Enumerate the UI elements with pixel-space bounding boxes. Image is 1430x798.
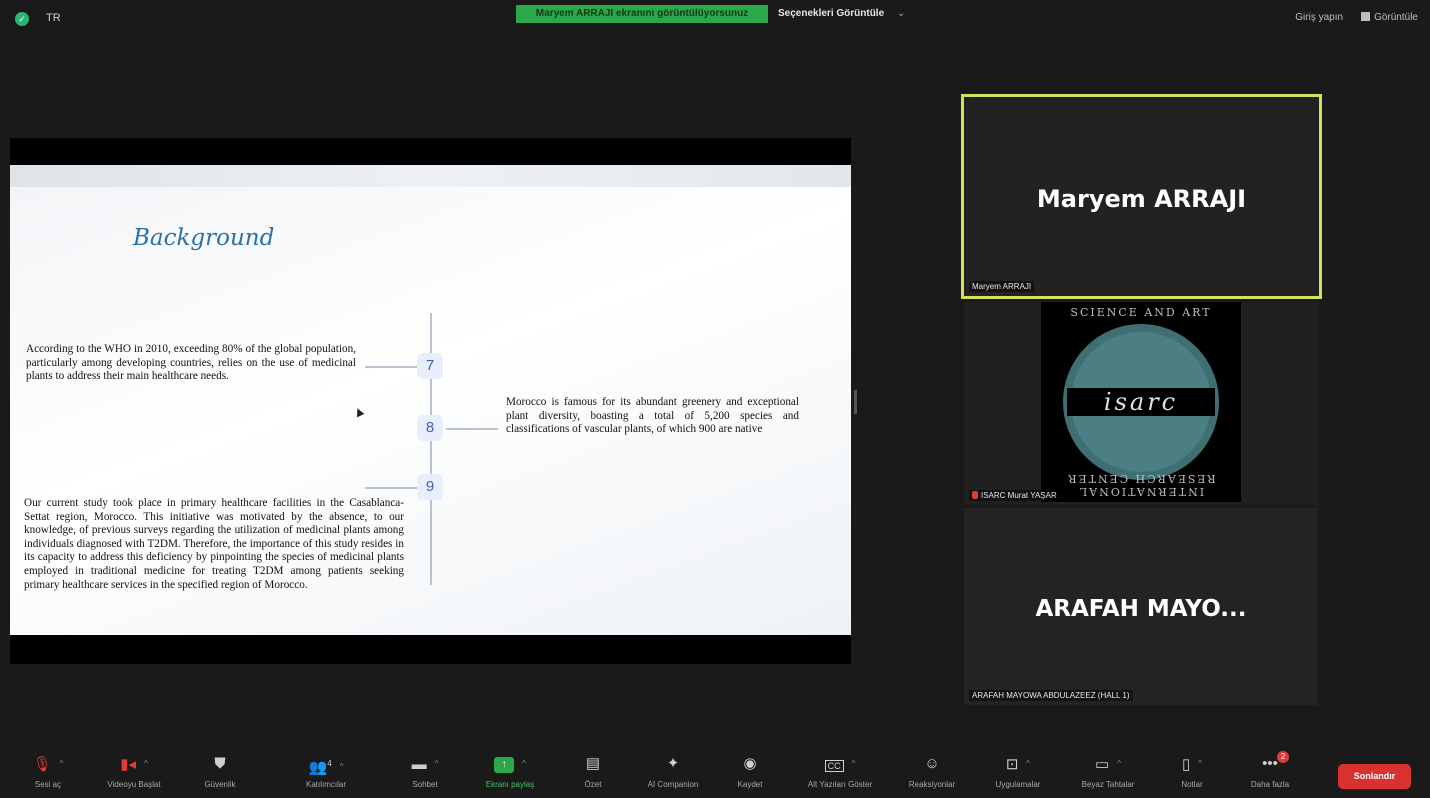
whiteboards-label: Beyaz Tahtalar [1081, 780, 1135, 789]
share-screen-button[interactable]: ↑ ^ Ekranı paylaş [470, 754, 550, 789]
timeline-node: 8 [417, 415, 443, 441]
timeline-node: 9 [417, 474, 443, 500]
slide-point-3: Our current study took place in primary … [24, 497, 404, 591]
logo-wordmark: isarc [1103, 388, 1179, 416]
apps-button[interactable]: ⊡ ^ Uygulamalar [978, 754, 1058, 789]
chevron-up-icon: ^ [59, 759, 64, 768]
view-label: Görüntüle [1374, 12, 1418, 23]
participant-tile[interactable]: ARAFAH MAYO... ARAFAH MAYOWA ABDULAZEEZ … [964, 508, 1318, 705]
view-layout-button[interactable]: Görüntüle [1361, 12, 1418, 23]
reactions-button[interactable]: ☺ Reaksiyonlar [892, 754, 972, 789]
notes-button[interactable]: ▯ ^ Notlar [1152, 754, 1232, 789]
emoji-icon: ☺ [924, 755, 940, 772]
ai-companion-label: AI Companion [647, 780, 699, 789]
captions-button[interactable]: CC ^ Alt Yazıları Göster [800, 754, 880, 789]
slide-point-2: Morocco is famous for its abundant green… [506, 396, 799, 436]
top-right-controls: Giriş yapın Görüntüle [1295, 12, 1418, 23]
chevron-up-icon: ^ [434, 759, 439, 768]
reactions-label: Reaksiyonlar [908, 780, 956, 789]
logo-top-text: SCIENCE AND ART [1070, 306, 1212, 319]
more-dots-icon: ••• [1262, 755, 1278, 772]
record-label: Kaydet [737, 780, 763, 789]
mic-muted-icon [972, 491, 978, 499]
ai-companion-button[interactable]: ✦ AI Companion [633, 754, 713, 789]
region-label: TR [46, 12, 61, 24]
participants-icon: 👥4 ^ [308, 759, 344, 776]
share-screen-label: Ekranı paylaş [485, 780, 535, 789]
sparkle-icon: ✦ [666, 755, 680, 772]
encryption-shield-icon[interactable]: ✓ [15, 12, 29, 26]
security-button[interactable]: ⛊ Güvenlik [180, 754, 260, 789]
participants-count: 4 [327, 759, 332, 768]
record-icon: ◉ [743, 755, 757, 772]
timeline-connector [365, 366, 417, 368]
whiteboard-icon: ▭ ^ [1095, 756, 1121, 773]
participant-tile[interactable]: isarc SCIENCE AND ART INTERNATIONAL RESE… [964, 302, 1318, 505]
participants-button[interactable]: 👥4 ^ Katılımcılar [286, 754, 366, 789]
login-link[interactable]: Giriş yapın [1295, 12, 1343, 23]
chevron-up-icon: ^ [1198, 759, 1203, 768]
participant-tile-active-speaker[interactable]: Maryem ARRAJI Maryem ARRAJI [961, 94, 1322, 299]
apps-icon: ⊡ ^ [1005, 756, 1031, 773]
participant-display-name: ARAFAH MAYO... [1035, 596, 1247, 622]
chat-label: Sohbet [412, 780, 438, 789]
microphone-muted-icon: 🎙 ^ [32, 756, 64, 773]
mouse-cursor-icon [353, 406, 365, 418]
shield-icon: ⛊ [214, 755, 226, 772]
logo-bottom-text: INTERNATIONAL RESEARCH CENTER [1066, 472, 1216, 498]
meeting-toolbar: 🎙 ^ Sesi aç ▮◂ ^ Videoyu Başlat ⛊ Güvenlik… [0, 748, 1430, 798]
audio-label: Sesi aç [34, 780, 62, 789]
notes-label: Notlar [1181, 780, 1203, 789]
chevron-up-icon: ^ [522, 759, 526, 768]
chevron-up-icon: ^ [1117, 759, 1121, 768]
video-label: Videoyu Başlat [107, 780, 161, 789]
video-button[interactable]: ▮◂ ^ Videoyu Başlat [94, 754, 174, 789]
timeline-connector [365, 487, 417, 489]
meeting-topbar: ✓ TR Maryem ARRAJI ekranını görüntülüyor… [0, 0, 1430, 38]
view-options-label: Seçenekleri Görüntüle [778, 8, 885, 19]
security-label: Güvenlik [204, 780, 236, 789]
camera-off-icon: ▮◂ ^ [120, 756, 148, 773]
document-icon: ▤ [585, 755, 601, 772]
isarc-logo: isarc SCIENCE AND ART INTERNATIONAL RESE… [1041, 302, 1241, 502]
notes-icon: ▯ ^ [1181, 756, 1203, 773]
chat-button[interactable]: ▬ ^ Sohbet [385, 754, 465, 789]
chevron-up-icon: ^ [144, 759, 148, 768]
more-button[interactable]: ••• 2 Daha fazla [1230, 751, 1310, 789]
chevron-down-icon: ⌄ [896, 8, 906, 19]
screen-share-banner: Maryem ARRAJI ekranını görüntülüyorsunuz [516, 5, 768, 23]
slide-point-1: According to the WHO in 2010, exceeding … [26, 343, 356, 383]
participant-name-text: ISARC Murat YAŞAR [981, 491, 1057, 500]
whiteboards-button[interactable]: ▭ ^ Beyaz Tahtalar [1068, 754, 1148, 789]
slide-header-band [10, 165, 851, 187]
split-view-handle[interactable] [854, 390, 857, 414]
participants-label: Katılımcılar [305, 780, 346, 789]
apps-label: Uygulamalar [995, 780, 1041, 789]
chevron-up-icon: ^ [339, 762, 344, 771]
notification-badge: 2 [1277, 751, 1289, 763]
share-screen-icon: ↑ ^ [470, 754, 550, 774]
grid-view-icon [1361, 12, 1371, 21]
closed-captions-icon: CC ^ [800, 754, 880, 774]
participant-name-label: ARAFAH MAYOWA ABDULAZEEZ (HALL 1) [969, 690, 1133, 701]
record-button[interactable]: ◉ Kaydet [710, 754, 790, 789]
view-options-button[interactable]: Seçenekleri Görüntüle ⌄ [778, 5, 905, 23]
audio-button[interactable]: 🎙 ^ Sesi aç [8, 754, 88, 789]
more-label: Daha fazla [1250, 780, 1290, 789]
captions-label: Alt Yazıları Göster [807, 780, 873, 789]
chevron-up-icon: ^ [1026, 759, 1031, 768]
shared-screen[interactable]: Background 7 8 9 According to the WHO in… [10, 138, 851, 664]
participant-name-label: Maryem ARRAJI [969, 281, 1035, 292]
timeline-connector [446, 428, 498, 430]
end-meeting-button[interactable]: Sonlandır [1338, 764, 1411, 789]
participant-display-name: Maryem ARRAJI [1036, 185, 1247, 213]
slide-title: Background [133, 225, 275, 251]
chat-bubble-icon: ▬ ^ [411, 756, 439, 773]
presentation-slide: Background 7 8 9 According to the WHO in… [10, 165, 851, 635]
participant-name-label: ISARC Murat YAŞAR [969, 490, 1060, 501]
chevron-up-icon: ^ [851, 759, 856, 768]
summary-button[interactable]: ▤ Özet [553, 754, 633, 789]
summary-label: Özet [584, 780, 602, 789]
timeline-node: 7 [417, 353, 443, 379]
